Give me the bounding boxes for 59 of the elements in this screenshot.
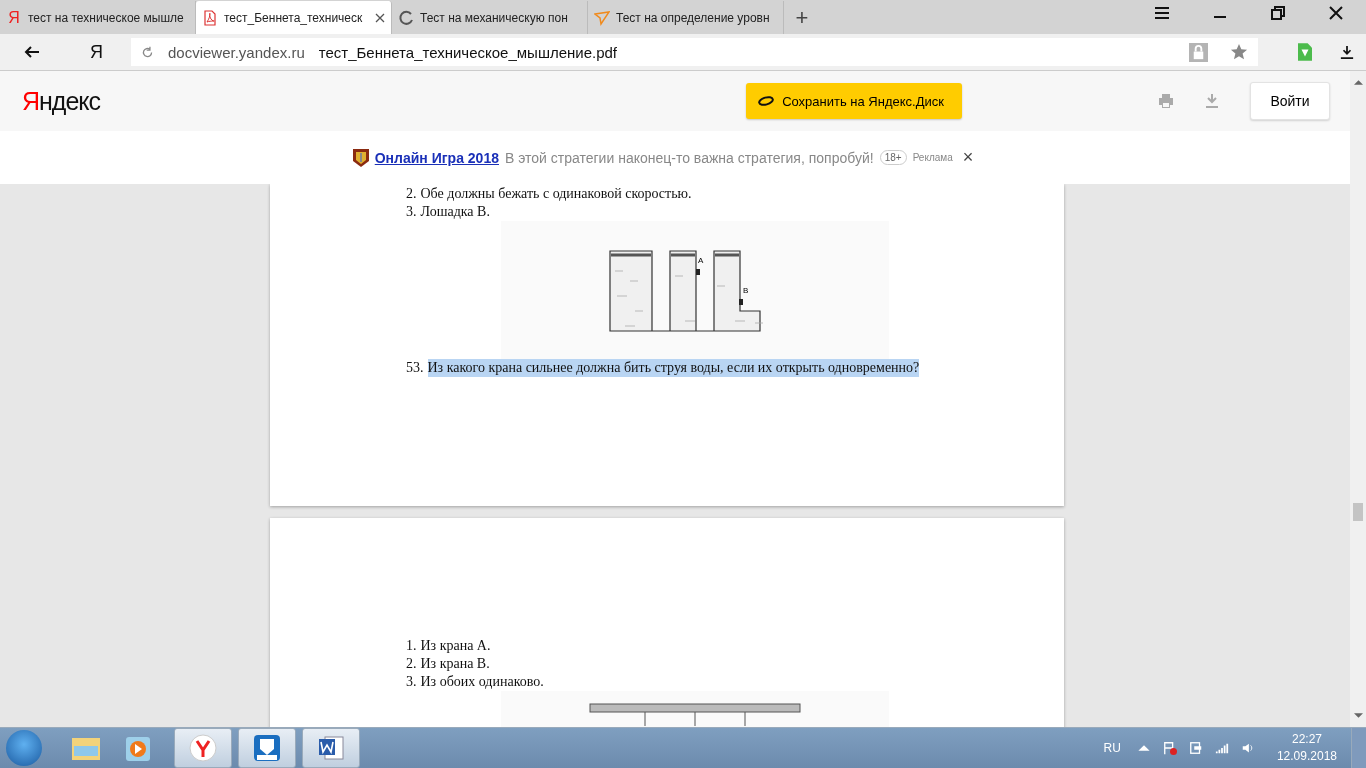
scrollbar[interactable]	[1350, 71, 1366, 727]
lock-icon[interactable]	[1189, 42, 1208, 62]
document-text: Из крана В.	[420, 655, 490, 673]
document-text: Из обоих одинаково.	[420, 673, 544, 691]
taskbar-button[interactable]	[302, 728, 360, 768]
download-icon[interactable]	[1340, 45, 1354, 59]
paper-plane-icon	[594, 9, 610, 26]
tab-title: Тест на механическую пон	[420, 10, 569, 25]
taskbar-button[interactable]	[174, 728, 232, 768]
scrollbar-thumb[interactable]	[1353, 503, 1363, 521]
loading-spinner-icon	[398, 9, 414, 26]
tab-title: Тест на определение уровн	[616, 10, 771, 25]
yandex-letter-icon: Я	[6, 9, 22, 26]
down-arrow-icon[interactable]	[1353, 713, 1363, 719]
item-number: 3.	[406, 673, 417, 691]
start-button[interactable]	[6, 730, 42, 766]
reload-icon[interactable]	[141, 45, 154, 59]
url-domain: docviewer.yandex.ru	[168, 43, 305, 61]
menu-icon[interactable]	[1154, 4, 1170, 21]
document-text: Лошадка В.	[420, 203, 490, 221]
close-icon[interactable]	[375, 12, 385, 23]
yandex-logo[interactable]: Яндекс	[22, 86, 101, 116]
url-path: тест_Беннета_техническое_мышление.pdf	[318, 43, 618, 61]
item-number: 2.	[406, 655, 417, 673]
print-icon[interactable]	[1158, 93, 1174, 109]
close-ad-button[interactable]: ×	[958, 147, 978, 168]
tab-title: тест на техническое мышле	[28, 10, 185, 25]
back-arrow-icon[interactable]	[24, 44, 40, 60]
new-tab-button[interactable]: +	[784, 1, 820, 34]
star-icon[interactable]	[1230, 43, 1248, 61]
item-number: 53.	[406, 359, 424, 377]
taskbar-button[interactable]	[238, 728, 296, 768]
ad-label: Реклама	[912, 152, 953, 163]
flag-icon[interactable]	[1162, 741, 1177, 755]
document-text: Из крана А.	[420, 637, 491, 655]
signal-bars-icon[interactable]	[1214, 741, 1229, 755]
ad-link[interactable]: Онлайн Игра 2018	[374, 149, 499, 166]
shield-icon	[352, 148, 369, 167]
login-button[interactable]: Войти	[1250, 82, 1330, 120]
yandex-home-button[interactable]: Я	[90, 41, 103, 63]
item-number: 1.	[406, 637, 417, 655]
item-number: 3.	[406, 203, 417, 221]
shield-extension-icon[interactable]	[1298, 43, 1312, 61]
ad-text: В этой стратегии наконец-то важна стратегия, попробуй!	[505, 149, 874, 166]
browser-tab[interactable]: тест_Беннета_техническ	[196, 1, 392, 34]
document-text: Обе должны бежать с одинаковой скоростью.	[420, 185, 692, 203]
item-number: 2.	[406, 185, 417, 203]
disk-icon	[758, 96, 775, 106]
document-text: Из какого крана сильнее должна бить струя воды, если их открыть одновременно?	[427, 359, 920, 377]
address-field[interactable]: docviewer.yandex.ru тест_Беннета_техническое_мышление.pdf	[131, 38, 1258, 66]
tab-title: тест_Беннета_техническ	[224, 10, 364, 25]
close-icon[interactable]	[1328, 4, 1344, 21]
save-to-disk-button[interactable]: Сохранить на Яндекс.Диск	[746, 83, 962, 119]
document-app-icon	[317, 734, 345, 762]
pdf-file-icon	[202, 9, 218, 26]
up-arrow-icon[interactable]	[1353, 79, 1363, 85]
yandex-browser-icon	[189, 734, 217, 762]
speaker-icon[interactable]	[1240, 741, 1255, 755]
restore-icon[interactable]	[1270, 4, 1286, 21]
